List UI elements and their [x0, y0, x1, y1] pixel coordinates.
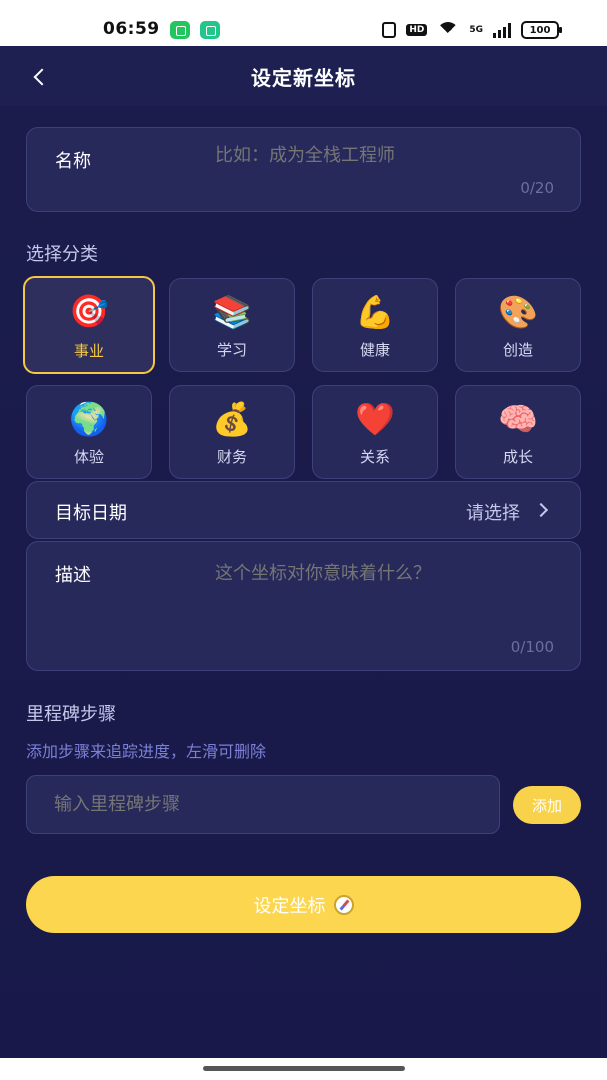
category-label-create: 创造 [502, 341, 533, 359]
page-title: 设定新坐标 [251, 66, 356, 90]
category-label-experience: 体验 [73, 448, 104, 466]
notification-app-icon [170, 21, 190, 39]
category-label-study: 学习 [216, 341, 247, 359]
name-label: 名称 [55, 151, 91, 172]
compass-icon [333, 894, 354, 915]
category-label-career: 事业 [73, 342, 104, 360]
chevron-right-icon [533, 502, 549, 518]
app-screen: 设定新坐标 名称 0/20 选择分类 🎯 事业 📚 学习 💪 健康 🎨 创造 🌍… [0, 46, 607, 1058]
status-icons: HD 5G 100 [382, 20, 562, 40]
submit-button[interactable]: 设定坐标 [26, 876, 581, 933]
network-type-label: 5G [469, 25, 483, 35]
heart-icon: ❤️ [355, 400, 395, 438]
signal-icon [493, 22, 511, 38]
status-time: 06:59 [103, 19, 160, 39]
wifi-icon [437, 22, 459, 38]
description-input[interactable] [215, 559, 555, 649]
category-experience[interactable]: 🌍 体验 [26, 385, 152, 479]
category-label-growth: 成长 [502, 448, 533, 466]
category-create[interactable]: 🎨 创造 [455, 278, 581, 372]
globe-icon: 🌍 [69, 400, 109, 438]
brain-icon: 🧠 [498, 400, 538, 438]
hd-icon: HD [406, 24, 428, 36]
home-indicator[interactable] [203, 1066, 405, 1071]
palette-icon: 🎨 [498, 293, 538, 331]
name-card: 名称 0/20 [26, 127, 581, 212]
notification-app-icon [200, 21, 220, 39]
submit-label: 设定坐标 [253, 895, 326, 917]
name-input[interactable] [215, 145, 515, 166]
add-milestone-button[interactable]: 添加 [513, 786, 581, 824]
category-growth[interactable]: 🧠 成长 [455, 385, 581, 479]
battery-icon: 100 [521, 21, 562, 39]
target-date-label: 目标日期 [55, 503, 127, 524]
books-icon: 📚 [212, 293, 252, 331]
category-label-relationship: 关系 [359, 448, 390, 466]
description-counter: 0/100 [510, 638, 554, 656]
category-finance[interactable]: 💰 财务 [169, 385, 295, 479]
home-area [0, 1058, 607, 1080]
milestones-hint: 添加步骤来追踪进度，左滑可删除 [26, 742, 267, 761]
target-icon: 🎯 [69, 292, 109, 330]
category-study[interactable]: 📚 学习 [169, 278, 295, 372]
category-label-finance: 财务 [216, 448, 247, 466]
category-relationship[interactable]: ❤️ 关系 [312, 385, 438, 479]
vibrate-icon [382, 22, 397, 38]
milestone-input[interactable] [26, 775, 500, 834]
description-card: 描述 0/100 [26, 541, 581, 671]
category-label-health: 健康 [359, 341, 390, 359]
target-date-value: 请选择 [466, 503, 520, 524]
milestones-title: 里程碑步骤 [26, 704, 116, 725]
status-bar: 06:59 HD 5G 100 [0, 0, 607, 46]
name-counter: 0/20 [520, 179, 554, 197]
target-date-row[interactable]: 目标日期 请选择 [26, 481, 581, 539]
category-health[interactable]: 💪 健康 [312, 278, 438, 372]
category-label: 选择分类 [26, 244, 98, 265]
muscle-icon: 💪 [355, 293, 395, 331]
money-bag-icon: 💰 [212, 400, 252, 438]
category-career[interactable]: 🎯 事业 [23, 276, 155, 374]
description-label: 描述 [55, 565, 91, 586]
nav-bar: 设定新坐标 [0, 46, 607, 106]
